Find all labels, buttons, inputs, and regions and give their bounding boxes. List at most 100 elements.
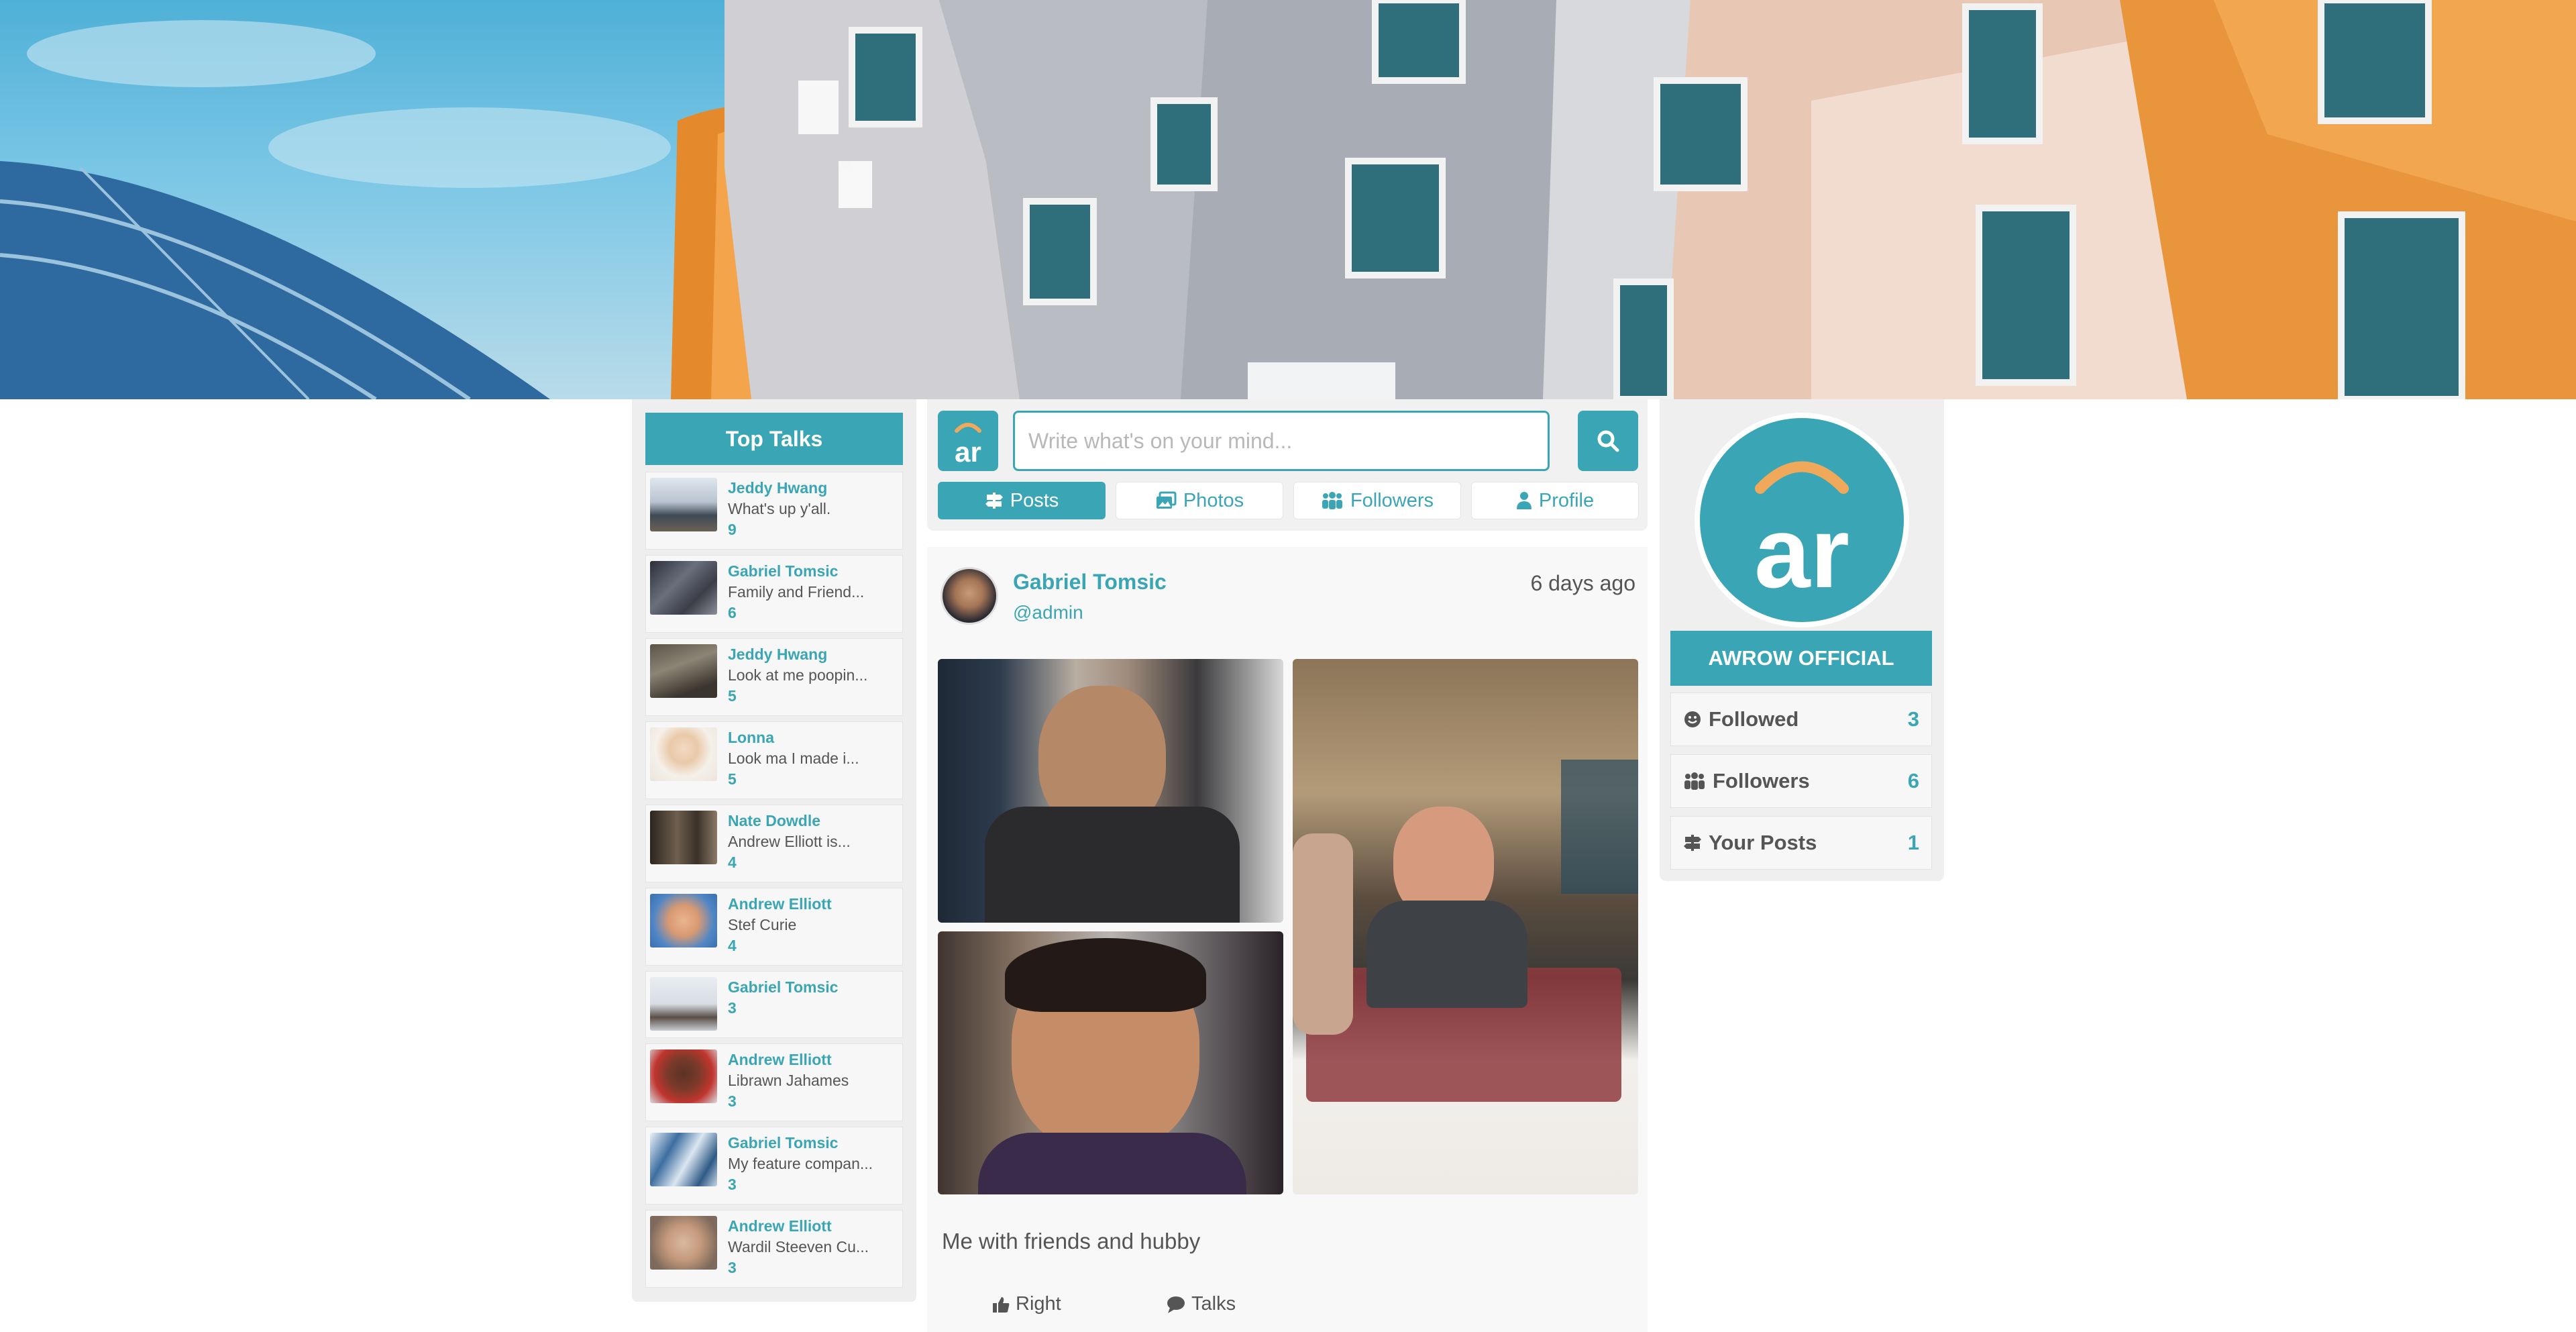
post-card: Gabriel Tomsic @admin 6 days ago Me with… xyxy=(927,547,1648,1332)
talk-thumbnail xyxy=(650,894,717,947)
talk-thumbnail xyxy=(650,977,717,1031)
talk-count: 3 xyxy=(728,1259,737,1276)
talk-thumbnail xyxy=(650,1049,717,1103)
talk-thumbnail xyxy=(650,1216,717,1270)
list-item[interactable]: Nate Dowdle Andrew Elliott is... 4 xyxy=(645,805,903,882)
talk-count: 5 xyxy=(728,770,737,788)
stat-value: 1 xyxy=(1907,831,1919,854)
talk-count: 3 xyxy=(728,1092,737,1110)
tab-photos[interactable]: Photos xyxy=(1116,482,1283,519)
user-icon xyxy=(1516,492,1532,509)
avatar-text: ar xyxy=(1754,496,1849,609)
list-item[interactable]: Andrew Elliott Librawn Jahames 3 xyxy=(645,1043,903,1121)
speech-bubble-icon xyxy=(1167,1296,1185,1313)
tab-posts[interactable]: Posts xyxy=(938,482,1106,519)
smile-icon xyxy=(1684,711,1701,727)
signpost-icon xyxy=(1684,835,1701,851)
talk-thumbnail xyxy=(650,1133,717,1186)
tab-label: Photos xyxy=(1183,489,1244,511)
group-icon xyxy=(1684,772,1705,790)
post-input[interactable] xyxy=(1013,411,1550,471)
post-timestamp: 6 days ago xyxy=(1530,571,1635,595)
list-item[interactable]: Gabriel Tomsic 3 xyxy=(645,971,903,1038)
composer-panel: ar Posts Photos xyxy=(927,399,1648,531)
talk-author[interactable]: Lonna xyxy=(728,727,859,748)
post-caption: Me with friends and hubby xyxy=(942,1229,1201,1253)
list-item[interactable]: Lonna Look ma I made i... 5 xyxy=(645,721,903,799)
talk-thumbnail xyxy=(650,727,717,781)
talk-count: 4 xyxy=(728,937,737,954)
list-item[interactable]: Gabriel Tomsic Family and Friend... 6 xyxy=(645,555,903,633)
top-talks-panel: Top Talks Jeddy Hwang What's up y'all. 9… xyxy=(632,399,916,1302)
talk-count: 9 xyxy=(728,521,737,538)
stat-label: Followers xyxy=(1713,769,1810,792)
brand-logo-icon: ar xyxy=(1754,461,1849,609)
talk-author[interactable]: Jeddy Hwang xyxy=(728,478,830,499)
top-talks-title: Top Talks xyxy=(645,413,903,465)
post-photo[interactable] xyxy=(938,931,1283,1194)
group-icon xyxy=(1322,492,1342,509)
stat-your-posts[interactable]: Your Posts 1 xyxy=(1670,816,1932,870)
talk-message: Family and Friend... xyxy=(728,583,865,601)
profile-panel: ar AWROW OFFICIAL Followed 3 Followers 6 xyxy=(1660,399,1944,881)
talk-message: My feature compan... xyxy=(728,1155,873,1172)
profile-name[interactable]: AWROW OFFICIAL xyxy=(1670,631,1932,686)
thumbs-up-icon xyxy=(993,1296,1010,1313)
list-item[interactable]: Jeddy Hwang What's up y'all. 9 xyxy=(645,472,903,550)
post-handle[interactable]: @admin xyxy=(1013,602,1083,623)
talk-author[interactable]: Andrew Elliott xyxy=(728,894,832,915)
post-photo[interactable] xyxy=(938,659,1283,923)
top-talks-list: Jeddy Hwang What's up y'all. 9 Gabriel T… xyxy=(645,472,903,1293)
talk-count: 3 xyxy=(728,999,737,1017)
talk-message: Look ma I made i... xyxy=(728,750,859,767)
list-item[interactable]: Andrew Elliott Stef Curie 4 xyxy=(645,888,903,966)
search-button[interactable] xyxy=(1578,411,1638,471)
talk-count: 6 xyxy=(728,604,737,621)
stat-followers[interactable]: Followers 6 xyxy=(1670,754,1932,808)
talk-count: 4 xyxy=(728,854,737,871)
post-photo[interactable] xyxy=(1293,659,1638,1194)
tab-profile[interactable]: Profile xyxy=(1471,482,1639,519)
list-item[interactable]: Gabriel Tomsic My feature compan... 3 xyxy=(645,1127,903,1205)
profile-avatar[interactable]: ar xyxy=(1695,413,1909,627)
talk-author[interactable]: Gabriel Tomsic xyxy=(728,561,864,582)
brand-logo[interactable]: ar xyxy=(938,411,998,471)
tab-label: Profile xyxy=(1538,489,1595,511)
talk-thumbnail xyxy=(650,811,717,864)
talk-message: Andrew Elliott is... xyxy=(728,833,851,850)
talk-message: Stef Curie xyxy=(728,916,797,933)
tab-followers[interactable]: Followers xyxy=(1293,482,1461,519)
talk-message: Librawn Jahames xyxy=(728,1072,849,1089)
talk-message: What's up y'all. xyxy=(728,500,831,517)
list-item[interactable]: Andrew Elliott Wardil Steeven Cu... 3 xyxy=(645,1210,903,1288)
talk-author[interactable]: Jeddy Hwang xyxy=(728,644,867,665)
stat-label: Followed xyxy=(1709,707,1799,731)
like-button[interactable]: Right xyxy=(991,1293,1061,1315)
comment-label: Talks xyxy=(1191,1293,1236,1315)
talk-message: Look at me poopin... xyxy=(728,666,868,684)
talk-author[interactable]: Andrew Elliott xyxy=(728,1049,849,1070)
list-item[interactable]: Jeddy Hwang Look at me poopin... 5 xyxy=(645,638,903,716)
cover-banner xyxy=(0,0,2576,399)
avatar[interactable] xyxy=(941,567,998,625)
search-icon xyxy=(1597,430,1619,452)
talk-author[interactable]: Gabriel Tomsic xyxy=(728,977,838,998)
tab-label: Posts xyxy=(1010,489,1059,511)
logo-text: ar xyxy=(955,436,981,468)
stat-value: 6 xyxy=(1907,769,1919,792)
like-label: Right xyxy=(1016,1293,1061,1315)
stat-followed[interactable]: Followed 3 xyxy=(1670,693,1932,746)
talk-author[interactable]: Nate Dowdle xyxy=(728,811,851,831)
logo-icon: ar xyxy=(955,423,981,468)
talk-author[interactable]: Gabriel Tomsic xyxy=(728,1133,873,1154)
talk-count: 5 xyxy=(728,687,737,705)
signpost-icon xyxy=(985,493,1003,509)
post-author[interactable]: Gabriel Tomsic xyxy=(1013,570,1167,595)
talk-author[interactable]: Andrew Elliott xyxy=(728,1216,869,1237)
profile-tabs: Posts Photos Followers Profile xyxy=(938,482,1639,519)
talk-thumbnail xyxy=(650,561,717,615)
comment-button[interactable]: Talks xyxy=(1166,1293,1236,1315)
talk-count: 3 xyxy=(728,1176,737,1193)
talk-thumbnail xyxy=(650,644,717,698)
tab-label: Followers xyxy=(1350,489,1434,511)
